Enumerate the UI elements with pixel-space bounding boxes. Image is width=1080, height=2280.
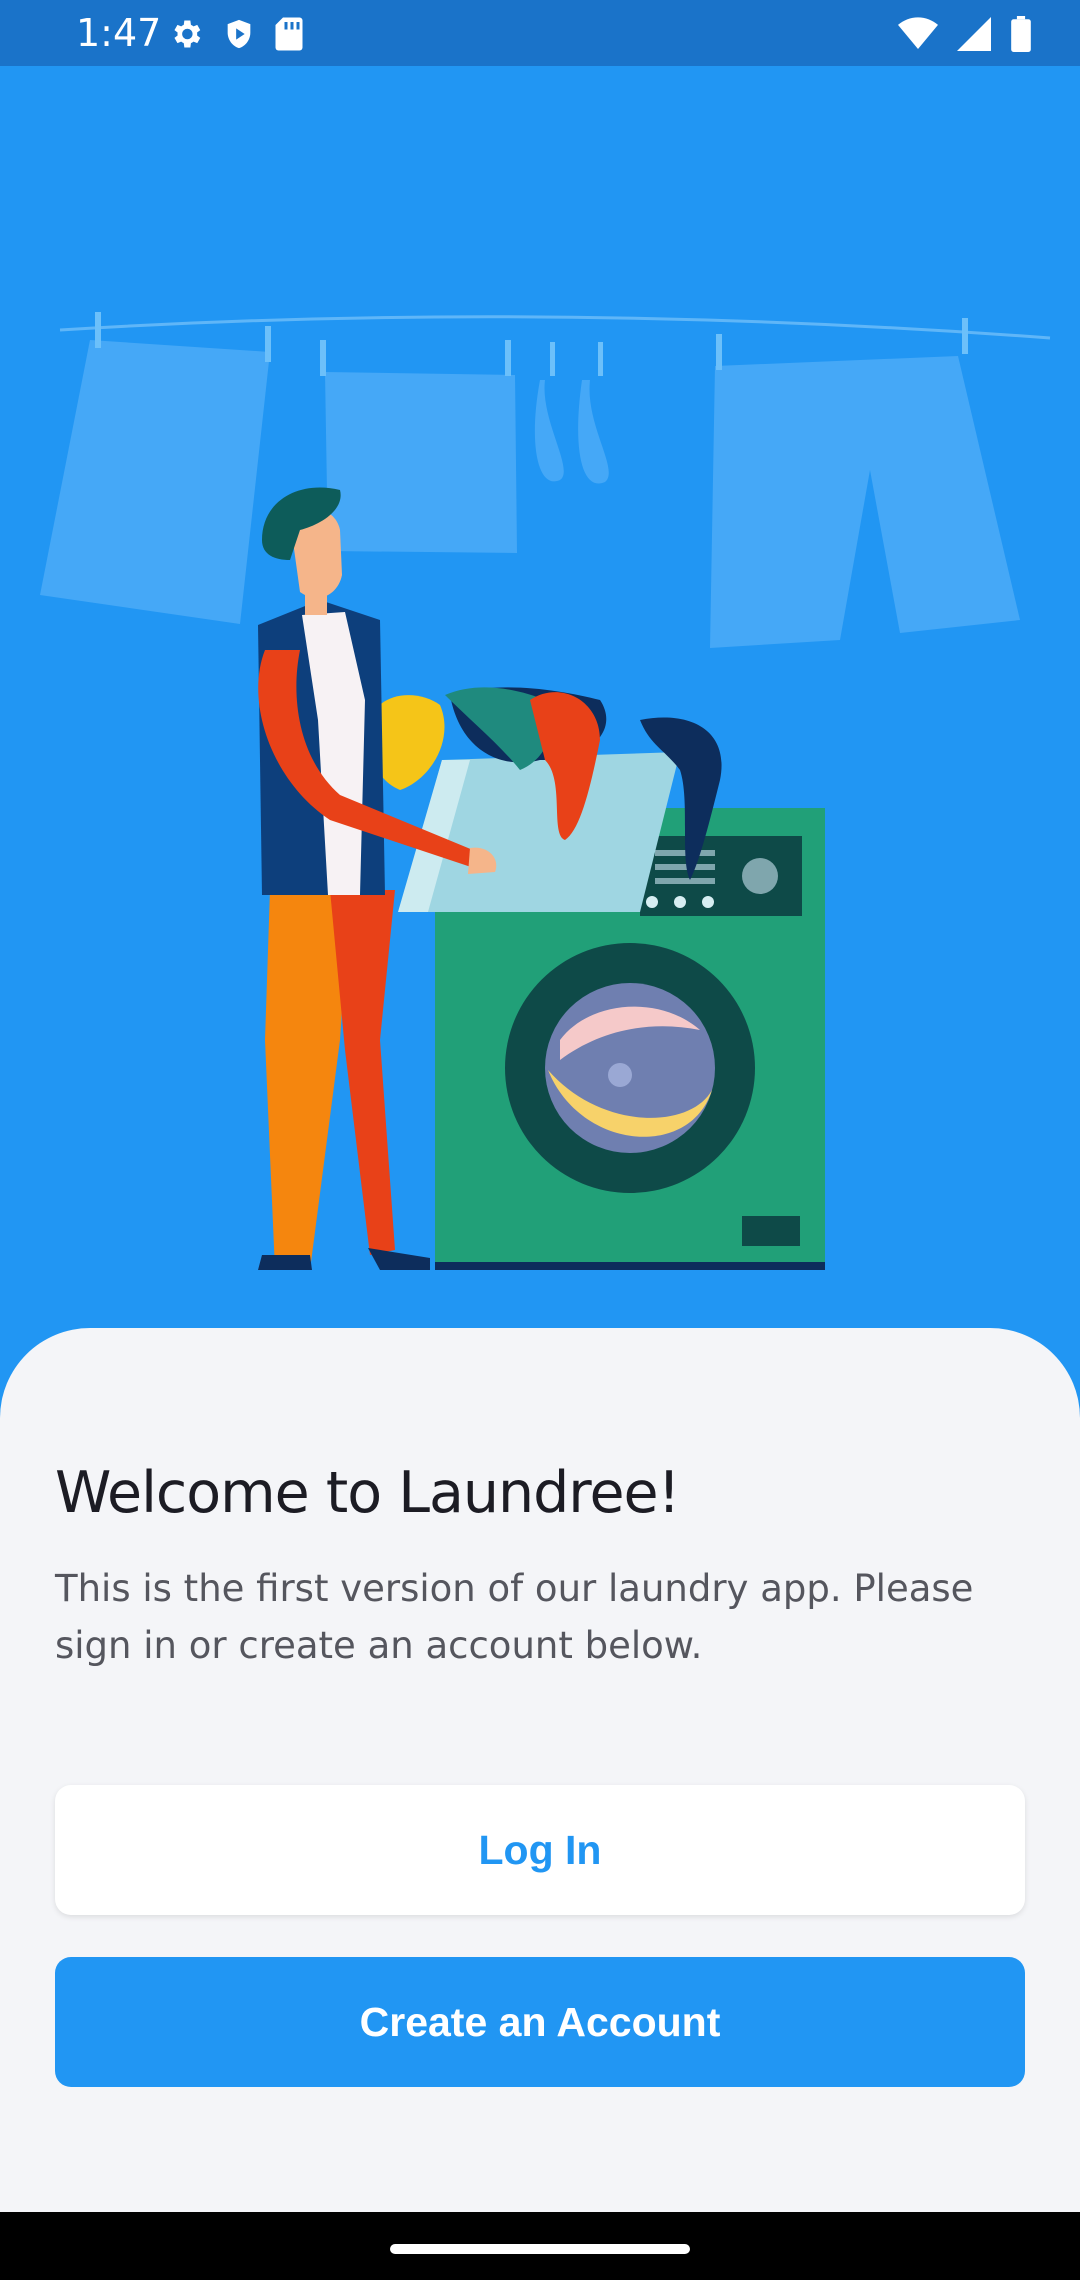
welcome-sheet: Welcome to Laundree! This is the first v… xyxy=(0,1328,1080,2212)
status-time: 1:47 xyxy=(76,11,162,55)
washing-machine xyxy=(398,752,825,1270)
person-loading-washing-machine-illustration xyxy=(40,312,1051,1270)
welcome-title: Welcome to Laundree! xyxy=(55,1460,680,1526)
hanging-laundry xyxy=(40,340,1020,648)
hero-illustration xyxy=(0,66,1080,1346)
navigation-bar xyxy=(0,2212,1080,2280)
login-button[interactable]: Log In xyxy=(55,1785,1025,1915)
status-icons-right xyxy=(898,14,1032,54)
welcome-description: This is the first version of our laundry… xyxy=(55,1567,974,1667)
wifi-icon xyxy=(898,17,938,49)
clothes-line xyxy=(59,315,1051,340)
status-bar: 1:47 xyxy=(0,0,1080,66)
create-account-button[interactable]: Create an Account xyxy=(55,1957,1025,2087)
cellular-signal-icon xyxy=(957,17,991,51)
play-shield-icon xyxy=(227,19,251,49)
welcome-screen: 1:47 Welcome to Laundree! This is the fi… xyxy=(0,0,1080,2280)
home-indicator[interactable] xyxy=(390,2244,690,2254)
status-icons-left xyxy=(168,14,304,54)
battery-icon xyxy=(1011,16,1031,52)
settings-gear-icon xyxy=(174,20,201,48)
sd-card-icon xyxy=(275,17,303,51)
